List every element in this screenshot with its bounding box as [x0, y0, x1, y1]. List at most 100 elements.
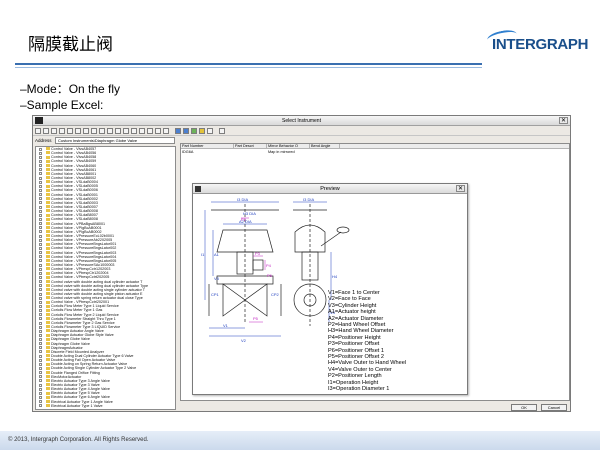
expand-icon[interactable] — [39, 217, 42, 221]
preview-close-icon[interactable]: ✕ — [456, 185, 465, 192]
expand-icon[interactable] — [39, 238, 42, 242]
expand-icon[interactable] — [39, 151, 42, 155]
expand-icon[interactable] — [39, 387, 42, 391]
expand-icon[interactable] — [39, 313, 42, 317]
expand-icon[interactable] — [39, 280, 42, 284]
expand-icon[interactable] — [39, 209, 42, 213]
tree-item[interactable]: Electrical Actuator Type 1 Valve — [36, 404, 175, 408]
toolbar-button-7[interactable] — [83, 128, 89, 134]
expand-icon[interactable] — [39, 317, 42, 321]
expand-icon[interactable] — [39, 189, 42, 192]
expand-icon[interactable] — [39, 383, 42, 387]
column-part-description[interactable]: Part Descri — [234, 144, 267, 149]
toolbar-button-2[interactable] — [43, 128, 49, 134]
address-input[interactable]: Custom Instruments\Diaphragm Globe Valve — [55, 137, 175, 144]
expand-icon[interactable] — [39, 309, 42, 313]
expand-icon[interactable] — [39, 346, 42, 350]
toolbar-button-8[interactable] — [91, 128, 97, 134]
toolbar-button-16[interactable] — [155, 128, 161, 134]
forward-arrow-icon[interactable] — [183, 128, 189, 134]
expand-icon[interactable] — [39, 300, 42, 304]
toolbar-button-15[interactable] — [147, 128, 153, 134]
toolbar-button-6[interactable] — [75, 128, 81, 134]
expand-icon[interactable] — [39, 271, 42, 275]
expand-icon[interactable] — [39, 226, 42, 230]
column-mirror-behavior[interactable]: Mirror Behavior O — [267, 144, 310, 149]
expand-icon[interactable] — [39, 275, 42, 279]
toolbar-button-13[interactable] — [131, 128, 137, 134]
expand-icon[interactable] — [39, 292, 42, 296]
back-arrow-icon[interactable] — [175, 128, 181, 134]
expand-icon[interactable] — [39, 205, 42, 209]
expand-icon[interactable] — [39, 263, 42, 267]
expand-icon[interactable] — [39, 333, 42, 337]
toolbar-button-17[interactable] — [163, 128, 169, 134]
expand-icon[interactable] — [39, 288, 42, 292]
expand-icon[interactable] — [39, 362, 42, 366]
expand-icon[interactable] — [39, 321, 42, 325]
expand-icon[interactable] — [39, 193, 42, 197]
cell-mirror-behavior[interactable]: Map in mirrored — [267, 150, 295, 155]
expand-icon[interactable] — [39, 155, 42, 159]
toolbar-button-4[interactable] — [59, 128, 65, 134]
expand-icon[interactable] — [39, 284, 42, 288]
expand-icon[interactable] — [39, 234, 42, 238]
expand-icon[interactable] — [39, 251, 42, 255]
expand-icon[interactable] — [39, 379, 42, 383]
expand-icon[interactable] — [39, 354, 42, 358]
expand-icon[interactable] — [39, 176, 42, 180]
expand-icon[interactable] — [39, 180, 42, 184]
expand-icon[interactable] — [39, 197, 42, 201]
expand-icon[interactable] — [39, 267, 42, 271]
toolbar-button-5[interactable] — [67, 128, 73, 134]
expand-icon[interactable] — [39, 391, 42, 395]
expand-icon[interactable] — [39, 255, 42, 259]
expand-icon[interactable] — [39, 230, 42, 234]
expand-icon[interactable] — [39, 371, 42, 375]
expand-icon[interactable] — [39, 172, 42, 176]
expand-icon[interactable] — [39, 168, 42, 172]
toolbar-button-14[interactable] — [139, 128, 145, 134]
expand-icon[interactable] — [39, 325, 42, 329]
toolbar-button-11[interactable] — [115, 128, 121, 134]
toolbar-button-1[interactable] — [35, 128, 41, 134]
column-bend-angle[interactable]: Bend Angle — [310, 144, 340, 149]
view-icon[interactable] — [207, 128, 213, 134]
expand-icon[interactable] — [39, 184, 42, 188]
preview-titlebar[interactable]: Preview ✕ — [193, 184, 467, 194]
instrument-tree[interactable]: Control Valve - VlvsAB4057 Control Valve … — [35, 146, 176, 410]
column-part-number[interactable]: Part Number — [181, 144, 234, 149]
refresh-icon[interactable] — [191, 128, 197, 134]
folder-icon[interactable] — [199, 128, 205, 134]
expand-icon[interactable] — [39, 213, 42, 217]
expand-icon[interactable] — [39, 350, 42, 354]
window-titlebar[interactable]: Select Instrument ✕ — [33, 116, 570, 126]
expand-icon[interactable] — [39, 259, 42, 263]
cancel-button[interactable]: Cancel — [541, 404, 567, 411]
expand-icon[interactable] — [39, 338, 42, 342]
expand-icon[interactable] — [39, 329, 42, 333]
cell-part-number[interactable]: IDG6A — [181, 150, 193, 155]
expand-icon[interactable] — [39, 367, 42, 371]
expand-icon[interactable] — [39, 304, 42, 308]
expand-icon[interactable] — [39, 164, 42, 168]
expand-icon[interactable] — [39, 147, 42, 151]
expand-icon[interactable] — [39, 400, 42, 404]
filter-icon[interactable] — [219, 128, 225, 134]
toolbar-button-12[interactable] — [123, 128, 129, 134]
expand-icon[interactable] — [39, 242, 42, 246]
expand-icon[interactable] — [39, 160, 42, 164]
expand-icon[interactable] — [39, 396, 42, 400]
expand-icon[interactable] — [39, 201, 42, 205]
expand-icon[interactable] — [39, 246, 42, 250]
close-icon[interactable]: ✕ — [559, 117, 568, 124]
expand-icon[interactable] — [39, 358, 42, 362]
expand-icon[interactable] — [39, 342, 42, 346]
expand-icon[interactable] — [39, 375, 42, 379]
expand-icon[interactable] — [39, 222, 42, 226]
toolbar-button-3[interactable] — [51, 128, 57, 134]
expand-icon[interactable] — [39, 404, 42, 408]
expand-icon[interactable] — [39, 296, 42, 300]
ok-button[interactable]: OK — [511, 404, 537, 411]
toolbar-button-9[interactable] — [99, 128, 105, 134]
